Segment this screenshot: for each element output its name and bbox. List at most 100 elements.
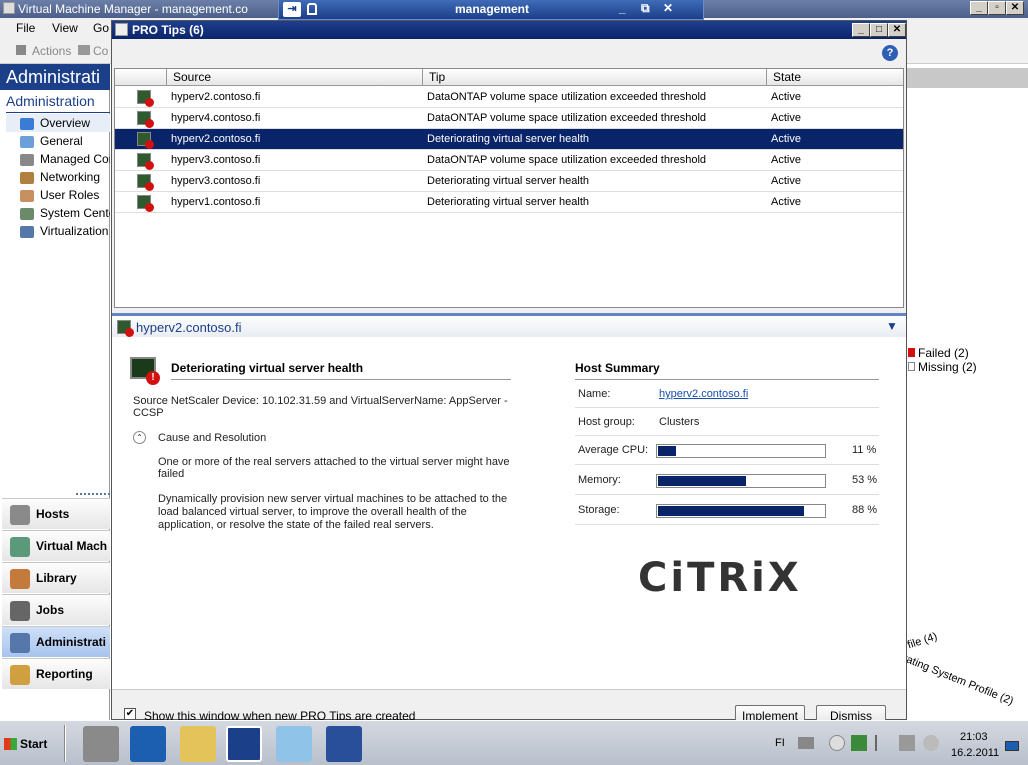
rd-close-icon[interactable]: ✕: [663, 1, 673, 15]
general-icon: [20, 135, 34, 148]
vmm-app-icon: [3, 2, 15, 14]
name-label: Name:: [578, 388, 611, 400]
tree-item[interactable]: Overview: [6, 114, 110, 132]
summary-divider: [575, 524, 879, 525]
tree-item-label: General: [40, 134, 83, 148]
flag-icon[interactable]: [875, 735, 889, 751]
pro-close-button[interactable]: ✕: [888, 23, 906, 37]
vmm-console-icon[interactable]: [226, 726, 262, 762]
pro-tips-window-icon: [115, 23, 128, 36]
cell-source: hyperv2.contoso.fi: [171, 91, 261, 103]
network-icon[interactable]: [899, 735, 915, 751]
failed-legend-swatch: [908, 348, 915, 357]
cpu-bar: [656, 444, 826, 458]
grid-header-icon: [115, 69, 167, 86]
splitter-grip[interactable]: [76, 493, 110, 495]
nav-button[interactable]: Virtual Mach: [2, 530, 110, 561]
storage-bar-fill: [658, 506, 804, 516]
close-button[interactable]: ✕: [1006, 1, 1024, 15]
minimize-button[interactable]: _: [970, 1, 988, 15]
show-window-checkbox[interactable]: ✔: [124, 708, 136, 720]
cell-tip: Deteriorating virtual server health: [427, 175, 590, 187]
collapse-chevron-icon[interactable]: ▼: [886, 319, 898, 333]
virtualization-icon: [20, 225, 34, 238]
cause-resolution-label[interactable]: Cause and Resolution: [158, 432, 266, 444]
cell-source: hyperv3.contoso.fi: [171, 154, 261, 166]
overview-icon: [20, 117, 34, 130]
cpu-label: Average CPU:: [578, 444, 649, 456]
table-row[interactable]: hyperv2.contoso.fi DataONTAP volume space…: [115, 87, 903, 108]
tree-item[interactable]: Managed Cor: [20, 150, 110, 168]
cell-state: Active: [771, 196, 801, 208]
nav-button[interactable]: Administrati: [2, 626, 110, 657]
table-row[interactable]: hyperv1.contoso.fi Deteriorating virtual …: [115, 192, 903, 213]
cell-source: hyperv3.contoso.fi: [171, 175, 261, 187]
nav-button[interactable]: Hosts: [2, 498, 110, 529]
nav-button-label: Reporting: [36, 667, 93, 681]
virtual-machines-icon: [10, 537, 30, 557]
host-summary-rule: [575, 379, 879, 380]
tree-item[interactable]: Virtualization I: [20, 222, 110, 240]
notepad-icon[interactable]: [276, 726, 312, 762]
cause-text-1: One or more of the real servers attached…: [158, 456, 510, 468]
table-row[interactable]: hyperv4.contoso.fi DataONTAP volume space…: [115, 108, 903, 129]
tree-item[interactable]: System Cente: [20, 204, 110, 222]
cell-state: Active: [771, 175, 801, 187]
expand-collapse-icon[interactable]: ⌃: [133, 431, 146, 444]
language-indicator[interactable]: FI: [775, 737, 785, 749]
table-row[interactable]: hyperv3.contoso.fi DataONTAP volume space…: [115, 150, 903, 171]
resolution-text-2: load balanced virtual server, to improve…: [158, 506, 467, 518]
cell-source: hyperv4.contoso.fi: [171, 112, 261, 124]
keyboard-icon[interactable]: [798, 737, 814, 749]
nav-button[interactable]: Reporting: [2, 658, 110, 689]
cause-text-2: failed: [158, 468, 185, 480]
host-name-link[interactable]: hyperv2.contoso.fi: [659, 388, 748, 400]
grid-header-tip[interactable]: Tip: [423, 69, 767, 86]
performance-monitor-icon[interactable]: [326, 726, 362, 762]
start-label: Start: [20, 737, 48, 751]
columns-button[interactable]: Co: [93, 44, 108, 58]
rd-minimize-icon[interactable]: _: [619, 1, 626, 15]
rd-restore-icon[interactable]: ⧉: [641, 1, 650, 16]
clock-time[interactable]: 21:03: [960, 731, 988, 743]
menu-file[interactable]: File: [16, 21, 35, 35]
media-icon[interactable]: [829, 735, 845, 751]
tree-item-label: Managed Cor: [40, 152, 110, 166]
show-desktop-icon[interactable]: [1005, 741, 1019, 751]
menu-view[interactable]: View: [52, 21, 78, 35]
powershell-icon[interactable]: [130, 726, 166, 762]
tree-item[interactable]: User Roles: [20, 186, 110, 204]
start-button[interactable]: Start: [2, 733, 56, 755]
server-manager-icon[interactable]: [83, 726, 119, 762]
actions-button[interactable]: Actions: [32, 44, 71, 58]
tip-monitor-icon: !: [130, 357, 160, 385]
remote-desktop-bar: ⇥ management _ ⧉ ✕: [278, 0, 704, 20]
nav-button[interactable]: Library: [2, 562, 110, 593]
volume-muted-icon[interactable]: [923, 735, 939, 751]
grid-header-source[interactable]: Source: [167, 69, 423, 86]
missing-legend-swatch: [908, 362, 915, 371]
restore-button[interactable]: ▫: [988, 1, 1006, 15]
help-icon[interactable]: ?: [882, 45, 898, 61]
system-center-icon: [20, 207, 34, 220]
table-row[interactable]: hyperv3.contoso.fi Deteriorating virtual …: [115, 171, 903, 192]
tree-item[interactable]: General: [20, 132, 110, 150]
nav-button[interactable]: Jobs: [2, 594, 110, 625]
cell-tip: Deteriorating virtual server health: [427, 133, 590, 145]
host-health-icon: [137, 195, 154, 212]
grid-header-state[interactable]: State: [767, 69, 903, 86]
detail-header[interactable]: hyperv2.contoso.fi ▼: [112, 313, 906, 337]
clock-date[interactable]: 16.2.2011: [951, 747, 999, 759]
menu-go[interactable]: Go: [93, 21, 109, 35]
table-row[interactable]: hyperv2.contoso.fi Deteriorating virtual …: [115, 129, 903, 150]
security-shield-icon[interactable]: [851, 735, 867, 751]
pro-tips-footer: ✔ Show this window when new PRO Tips are…: [112, 689, 906, 727]
tree-item[interactable]: Networking: [20, 168, 110, 186]
pro-minimize-button[interactable]: _: [852, 23, 870, 37]
explorer-icon[interactable]: [180, 726, 216, 762]
pro-maximize-button[interactable]: □: [870, 23, 888, 37]
host-health-icon: [137, 111, 154, 128]
library-icon: [10, 569, 30, 589]
host-health-icon: [137, 90, 154, 107]
actions-icon: [16, 45, 26, 55]
